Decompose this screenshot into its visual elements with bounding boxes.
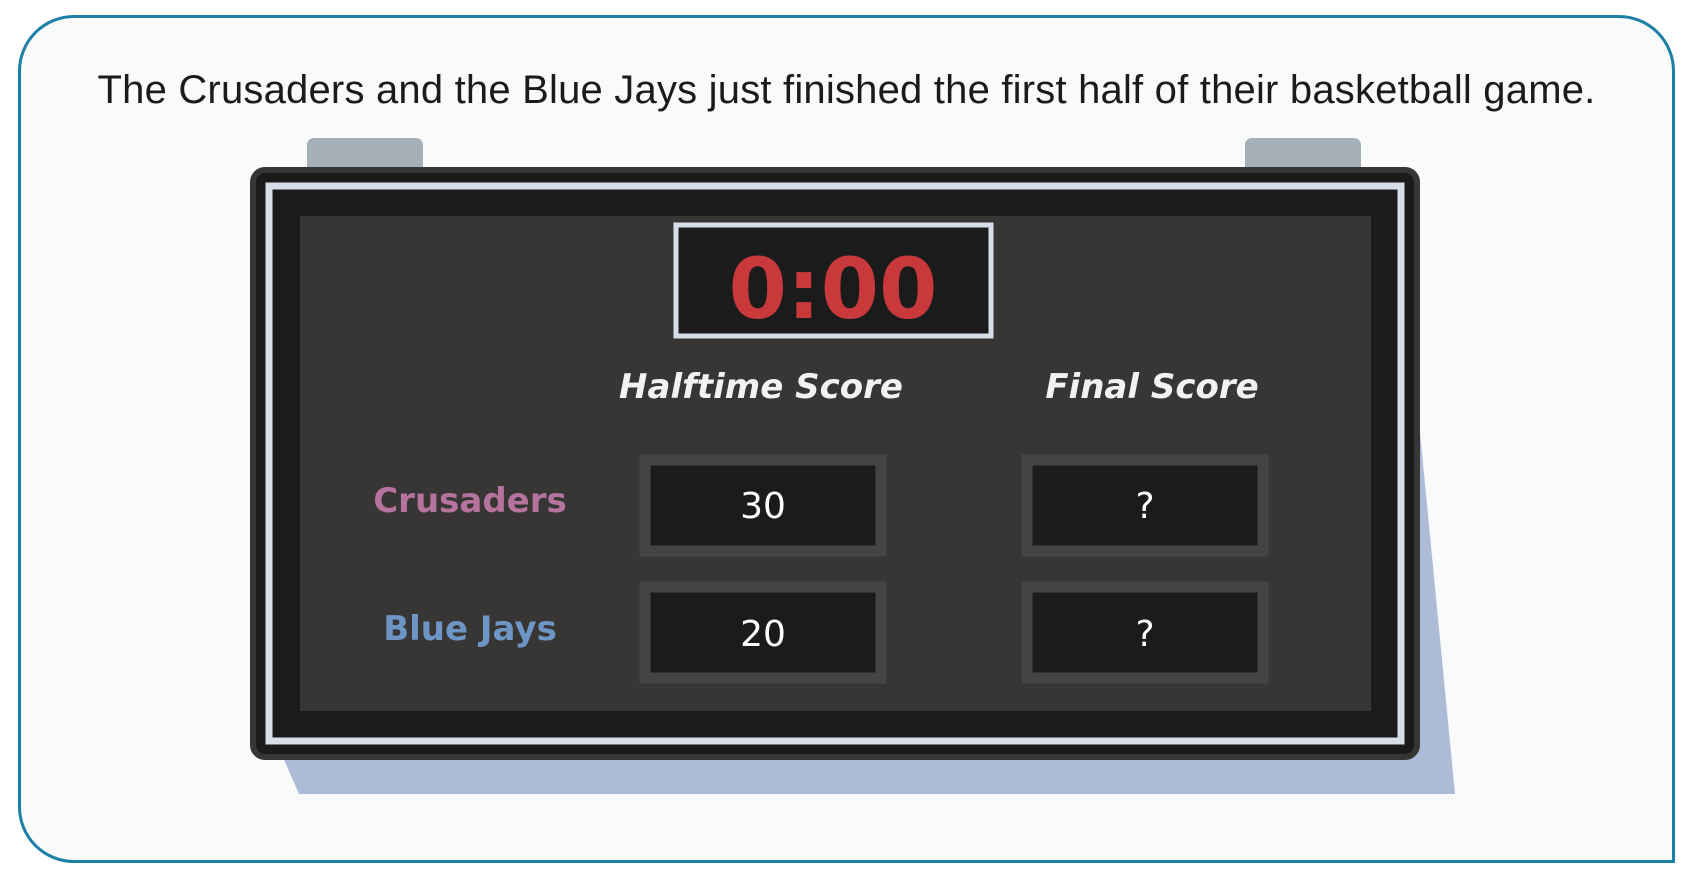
game-clock: 0:00 <box>729 240 938 338</box>
halftime-header: Halftime Score <box>619 367 903 407</box>
score-crusaders-halftime: 30 <box>740 486 786 527</box>
team-name-blue-jays: Blue Jays <box>383 609 557 649</box>
score-crusaders-final: ? <box>1135 486 1154 527</box>
scoreboard-illustration: 0:00 Halftime Score Final Score Crusader… <box>250 138 1455 794</box>
score-blue-jays-final: ? <box>1135 614 1154 655</box>
team-name-crusaders: Crusaders <box>373 481 567 521</box>
score-blue-jays-halftime: 20 <box>740 614 786 655</box>
final-header: Final Score <box>1045 367 1258 407</box>
question-card: The Crusaders and the Blue Jays just fin… <box>18 15 1675 863</box>
